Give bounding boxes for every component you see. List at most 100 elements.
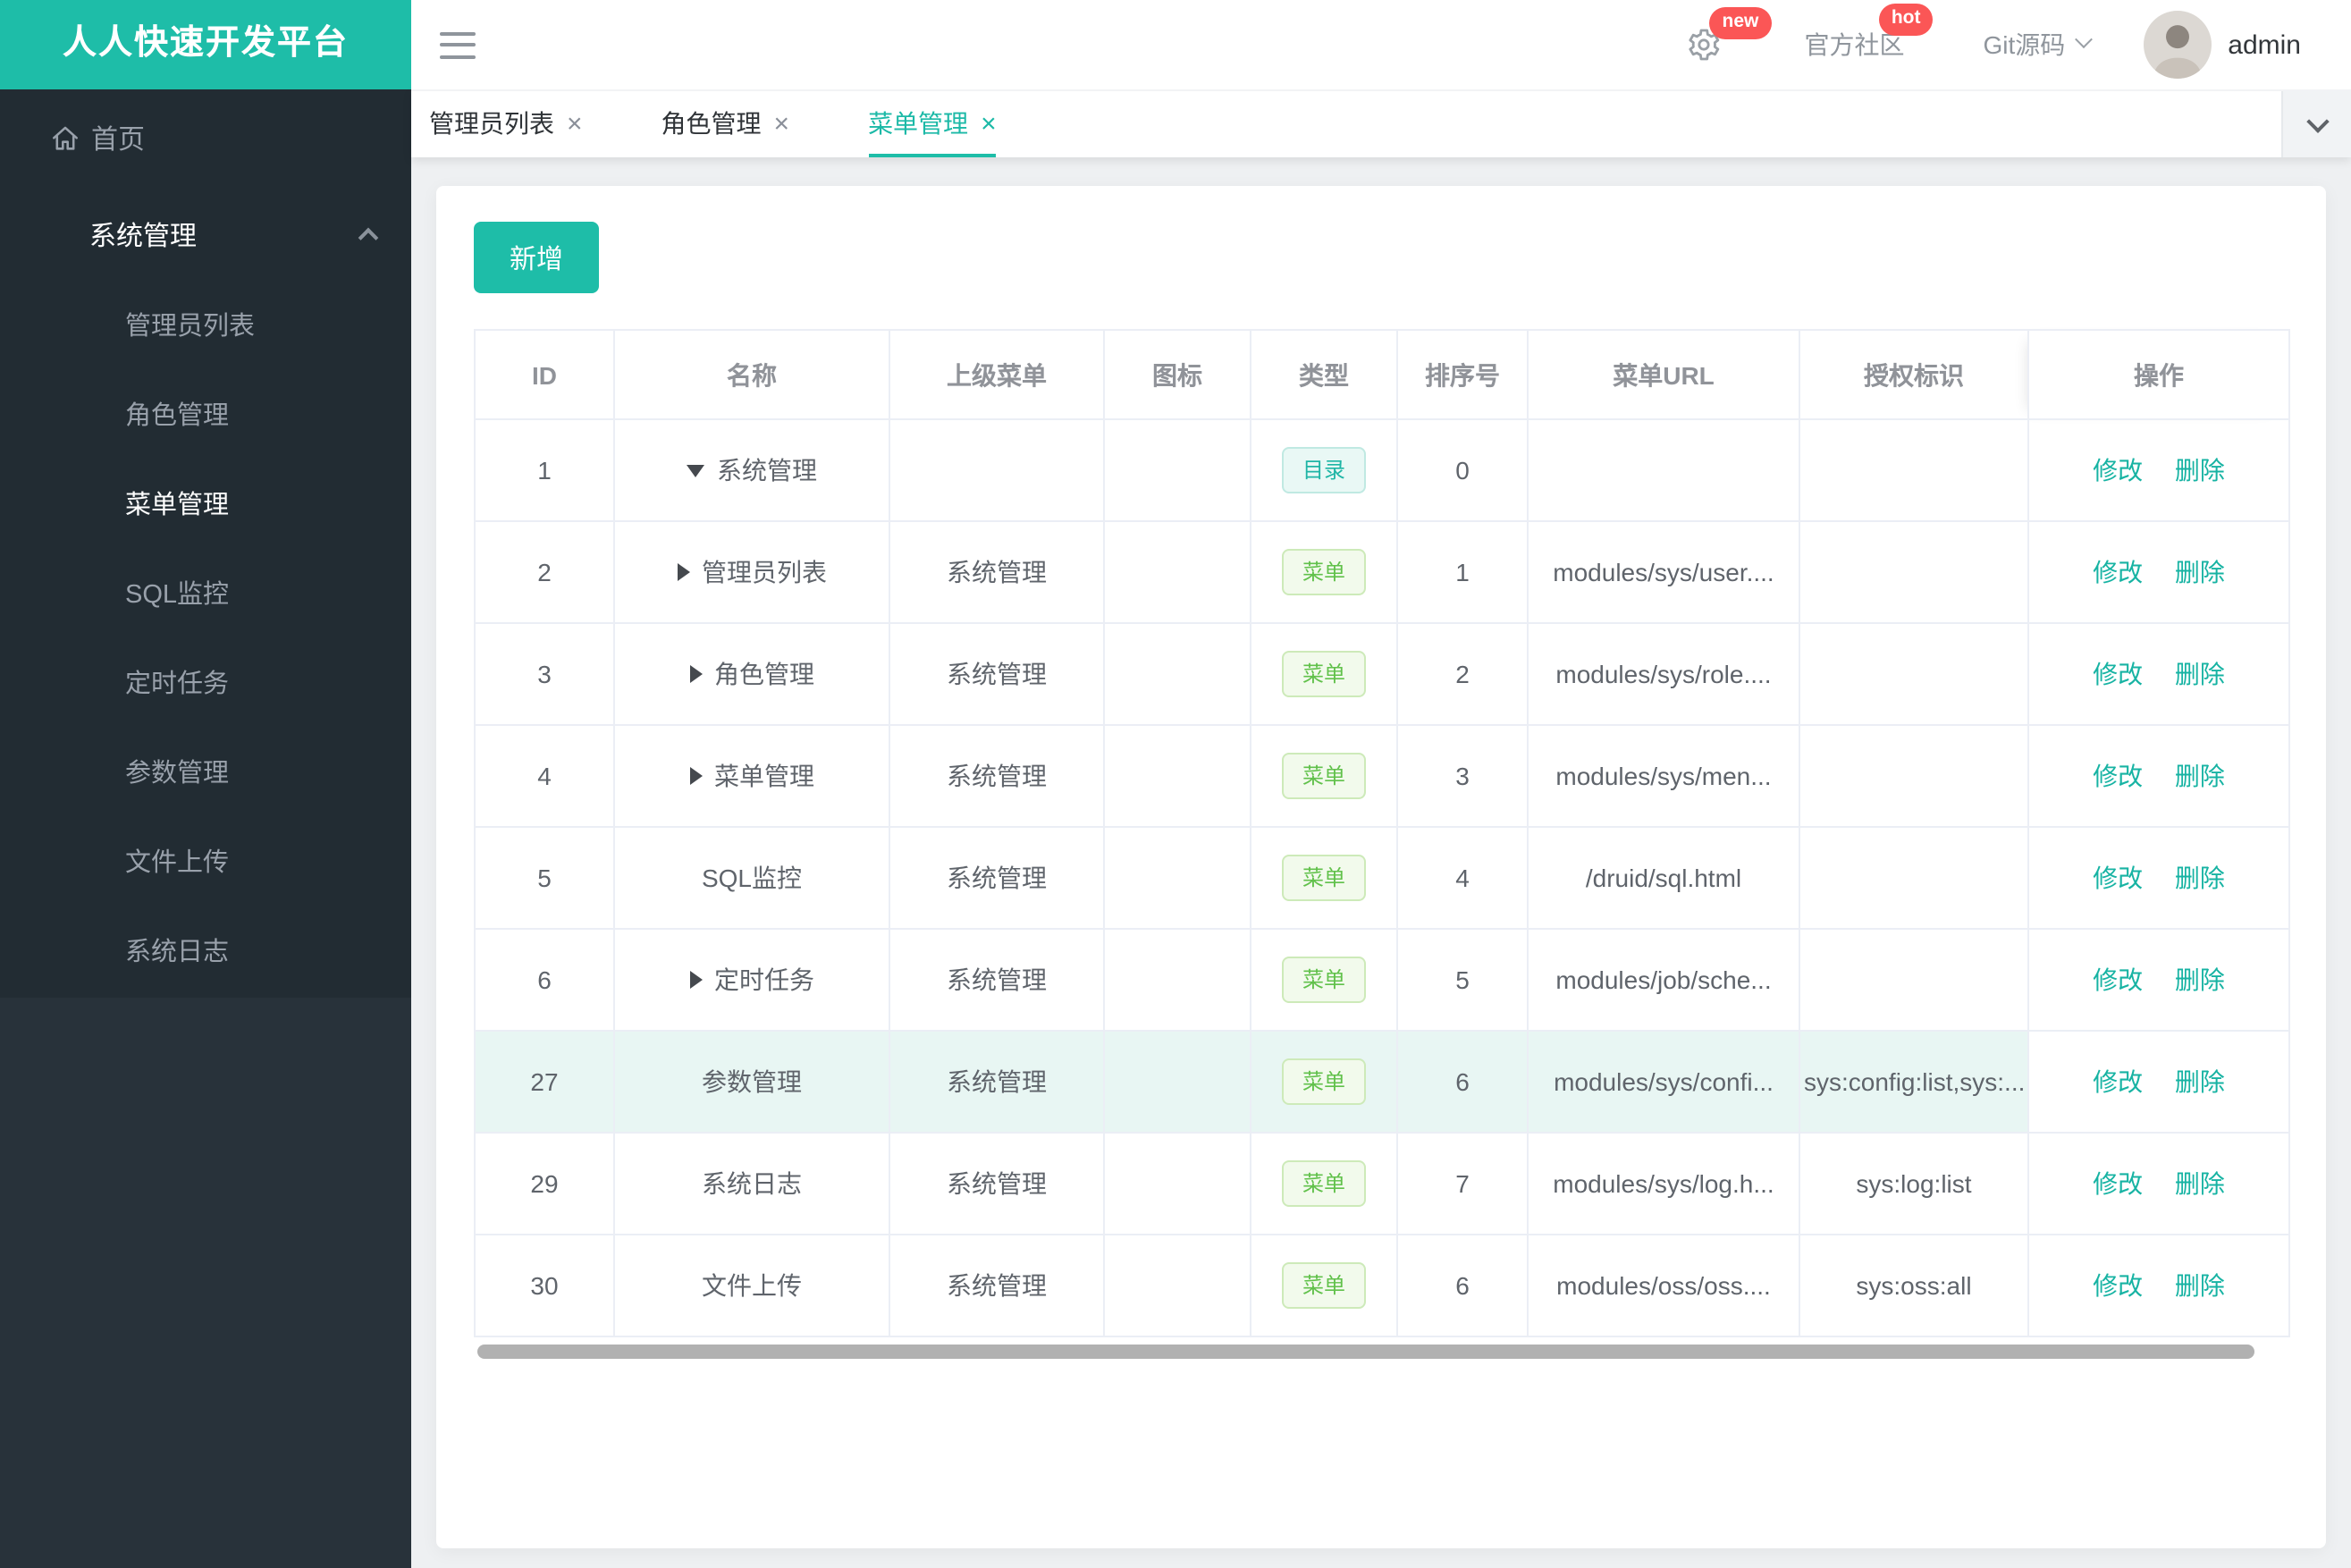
table-row[interactable]: 29 系统日志 系统管理 菜单 7 modules/sys/log.h... s… [474,1132,2290,1235]
avatar[interactable] [2144,11,2212,79]
sidebar-group-system[interactable]: 系统管理 [0,186,411,282]
cell-order: 0 [1396,418,1529,522]
cell-type: 菜单 [1250,1030,1398,1134]
cell-type: 目录 [1250,418,1398,522]
edit-link[interactable]: 修改 [2093,864,2143,892]
tabbar: 管理员列表 × 角色管理 × 菜单管理 × [411,89,2351,157]
delete-link[interactable]: 删除 [2175,660,2225,688]
sidebar-item-2[interactable]: 菜单管理 [0,461,411,551]
sidebar-item-5[interactable]: 参数管理 [0,729,411,819]
cell-name: SQL监控 [613,826,890,930]
sidebar-item-3[interactable]: SQL监控 [0,551,411,640]
tab-2[interactable]: 菜单管理 × [868,89,997,157]
cell-menu-url: modules/sys/men... [1527,724,1800,828]
table-row[interactable]: 27 参数管理 系统管理 菜单 6 modules/sys/confi... s… [474,1030,2290,1134]
cell-actions: 修改 删除 [2027,826,2290,930]
table-row[interactable]: 2 管理员列表 系统管理 菜单 1 modules/sys/user.... 修… [474,520,2290,624]
git-source-menu[interactable]: Git源码 [1984,27,2094,63]
tab-1[interactable]: 角色管理 × [661,89,790,157]
cell-icon [1103,1030,1251,1134]
tree-arrow-icon[interactable] [677,563,689,581]
cell-permission [1799,928,2029,1032]
cell-parent-menu: 系统管理 [889,1030,1105,1134]
edit-link[interactable]: 修改 [2093,1271,2143,1300]
app-logo: 人人快速开发平台 [0,0,411,89]
cell-name: 角色管理 [613,622,890,726]
edit-link[interactable]: 修改 [2093,660,2143,688]
cell-icon [1103,520,1251,624]
sidebar-item-home[interactable]: 首页 [0,89,411,186]
cell-type: 菜单 [1250,724,1398,828]
cell-icon [1103,1132,1251,1235]
chevron-down-icon [2305,109,2329,132]
delete-link[interactable]: 删除 [2175,864,2225,892]
delete-link[interactable]: 删除 [2175,558,2225,586]
cell-parent-menu: 系统管理 [889,724,1105,828]
sidebar-item-4[interactable]: 定时任务 [0,640,411,729]
cell-order: 4 [1396,826,1529,930]
delete-link[interactable]: 删除 [2175,762,2225,790]
topbar-right: new 官方社区 hot Git源码 admin [1687,4,2301,79]
sidebar-group-label: 系统管理 [89,221,198,251]
cell-order: 6 [1396,1030,1529,1134]
cell-permission [1799,622,2029,726]
table-row[interactable]: 4 菜单管理 系统管理 菜单 3 modules/sys/men... 修改 删… [474,724,2290,828]
username[interactable]: admin [2228,30,2301,60]
edit-link[interactable]: 修改 [2093,456,2143,485]
cell-actions: 修改 删除 [2027,1234,2290,1337]
tab-close-icon[interactable]: × [567,110,583,137]
tree-arrow-icon[interactable] [687,464,704,476]
cell-name: 菜单管理 [613,724,890,828]
home-icon [50,122,80,153]
cell-actions: 修改 删除 [2027,1030,2290,1134]
cell-id: 30 [474,1234,615,1337]
menu-name: 系统日志 [702,1169,802,1198]
edit-link[interactable]: 修改 [2093,558,2143,586]
menu-toggle-icon[interactable] [440,31,476,58]
column-header-7: 授权标识 [1799,329,2029,420]
delete-link[interactable]: 删除 [2175,1067,2225,1096]
sidebar-item-7[interactable]: 系统日志 [0,908,411,998]
sidebar-item-0[interactable]: 管理员列表 [0,282,411,372]
add-button[interactable]: 新增 [474,222,599,293]
table-row[interactable]: 5 SQL监控 系统管理 菜单 4 /druid/sql.html 修改 删除 [474,826,2290,930]
tab-close-icon[interactable]: × [774,110,790,137]
tab-0[interactable]: 管理员列表 × [429,89,583,157]
edit-link[interactable]: 修改 [2093,965,2143,994]
delete-link[interactable]: 删除 [2175,965,2225,994]
menu-table: ID 名称 上级菜单 图标 类型 排序号 菜单URL 授权标识 操作 1 系统管理 目录 0 修… [474,329,2290,1337]
horizontal-scrollbar-thumb[interactable] [477,1345,2254,1359]
sidebar-item-1[interactable]: 角色管理 [0,372,411,461]
settings-button[interactable]: new [1687,7,1772,63]
cell-actions: 修改 删除 [2027,418,2290,522]
table-row[interactable]: 1 系统管理 目录 0 修改 删除 [474,418,2290,522]
sidebar-item-6[interactable]: 文件上传 [0,819,411,908]
cell-order: 7 [1396,1132,1529,1235]
cell-id: 6 [474,928,615,1032]
table-row[interactable]: 6 定时任务 系统管理 菜单 5 modules/job/sche... 修改 … [474,928,2290,1032]
edit-link[interactable]: 修改 [2093,1067,2143,1096]
cell-permission [1799,418,2029,522]
cell-icon [1103,826,1251,930]
delete-link[interactable]: 删除 [2175,456,2225,485]
type-badge: 目录 [1282,447,1365,493]
delete-link[interactable]: 删除 [2175,1169,2225,1198]
table-row[interactable]: 30 文件上传 系统管理 菜单 6 modules/oss/oss.... sy… [474,1234,2290,1337]
tree-arrow-icon[interactable] [689,665,702,683]
cell-id: 5 [474,826,615,930]
tree-arrow-icon[interactable] [689,971,702,989]
menu-name: 系统管理 [717,456,817,485]
edit-link[interactable]: 修改 [2093,1169,2143,1198]
cell-id: 1 [474,418,615,522]
main-area: new 官方社区 hot Git源码 admin 管理员列表 × 角色管理 × … [411,0,2351,1568]
cell-id: 2 [474,520,615,624]
community-link[interactable]: 官方社区 hot [1805,4,1934,63]
cell-parent-menu: 系统管理 [889,1132,1105,1235]
tree-arrow-icon[interactable] [689,767,702,785]
new-badge: new [1709,7,1772,38]
table-row[interactable]: 3 角色管理 系统管理 菜单 2 modules/sys/role.... 修改… [474,622,2290,726]
tab-close-icon[interactable]: × [981,110,997,137]
edit-link[interactable]: 修改 [2093,762,2143,790]
delete-link[interactable]: 删除 [2175,1271,2225,1300]
tabs-dropdown-button[interactable] [2281,89,2351,157]
